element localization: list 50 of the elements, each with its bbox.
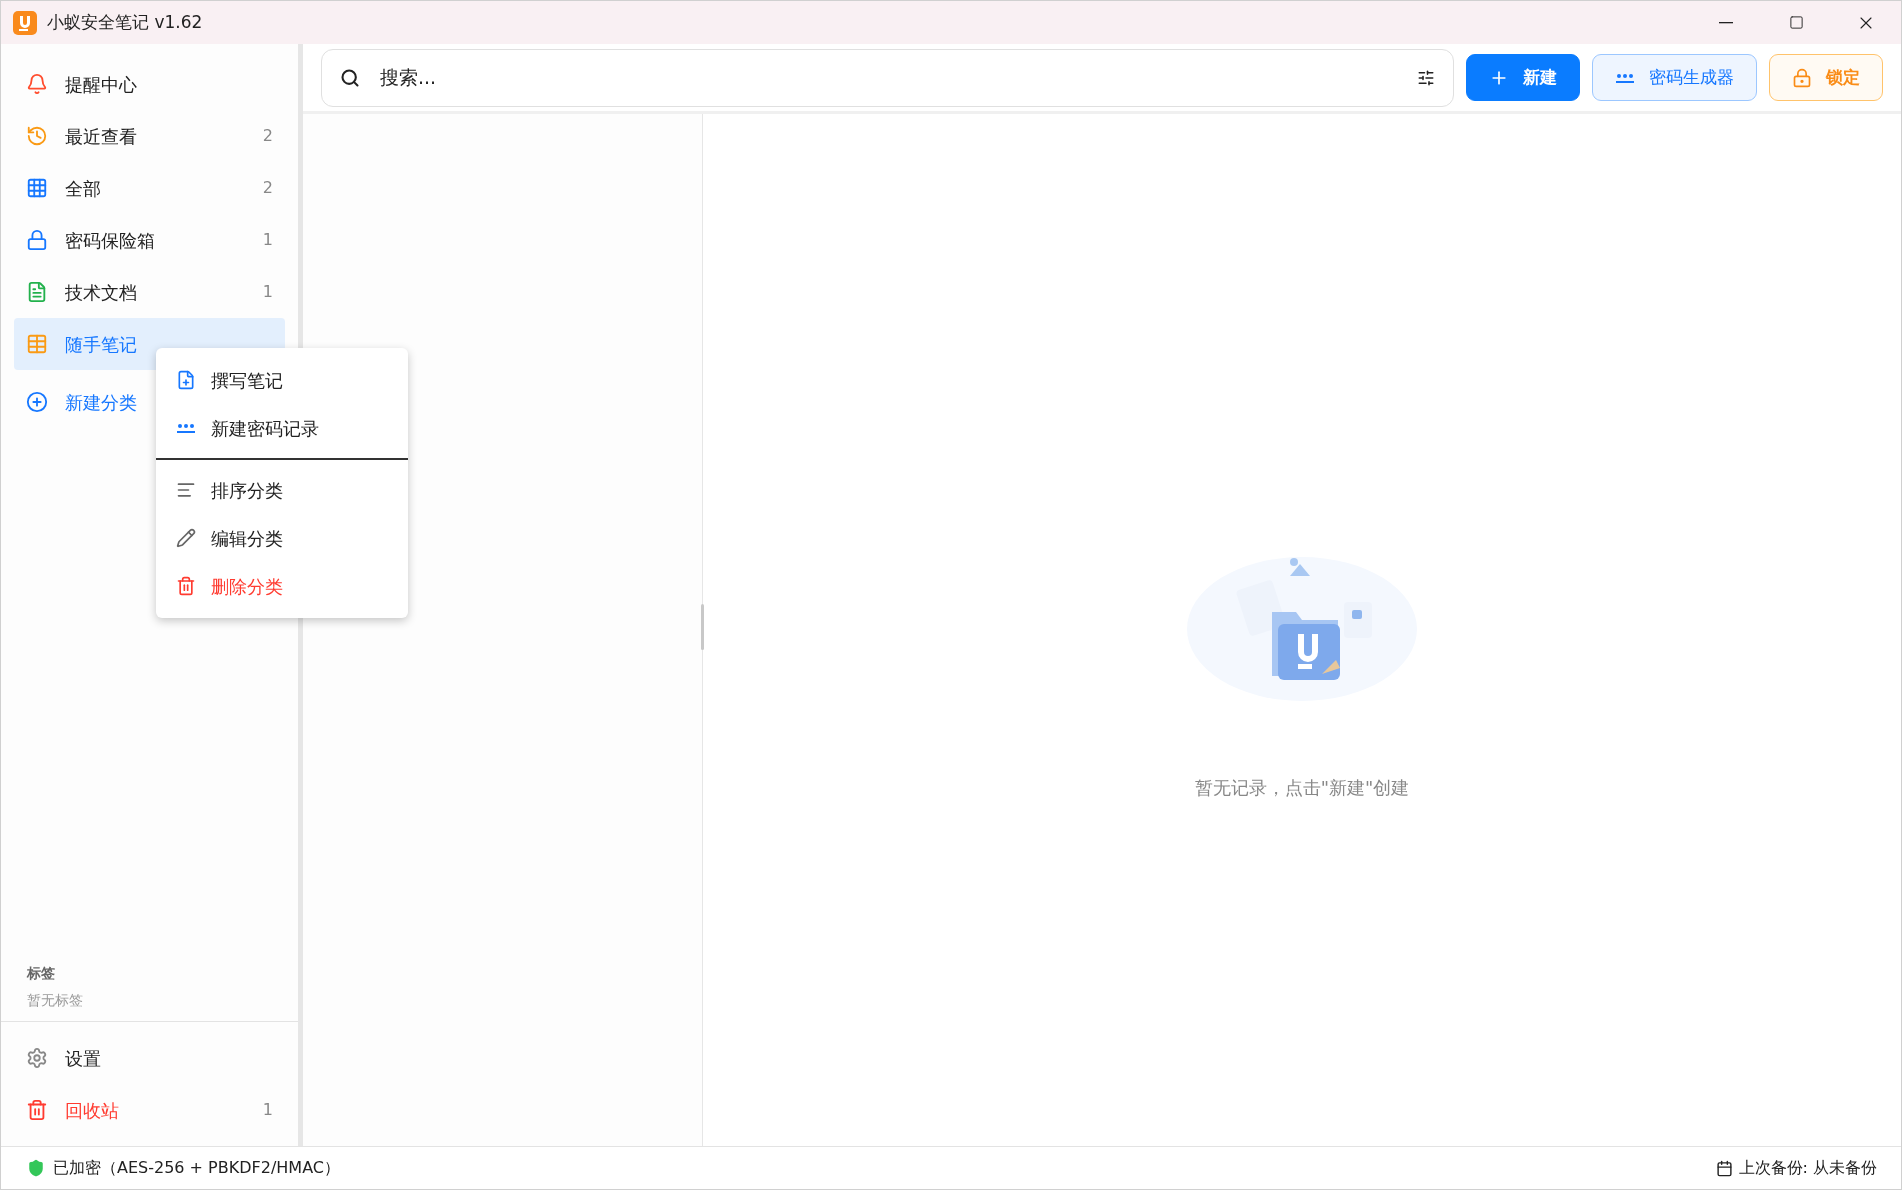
- lock-icon: [26, 229, 48, 251]
- menu-item[interactable]: 新建密码记录: [156, 404, 408, 452]
- search-field[interactable]: 搜索...: [380, 63, 1417, 92]
- menu-item[interactable]: 编辑分类: [156, 514, 408, 562]
- toolbar-button[interactable]: 新建: [1466, 54, 1580, 101]
- calendar-icon: [1715, 1159, 1733, 1177]
- dots-icon: [176, 423, 196, 433]
- menu-item[interactable]: 排序分类: [156, 466, 408, 514]
- plus-circle-icon: [26, 391, 48, 413]
- pencil-icon: [176, 528, 196, 548]
- menu-item[interactable]: 删除分类: [156, 562, 408, 610]
- grid-icon: [26, 177, 48, 199]
- sidebar-item[interactable]: 设置: [14, 1032, 285, 1084]
- sidebar-item[interactable]: 技术文档 1: [14, 266, 285, 318]
- minimize-icon: [1719, 21, 1733, 24]
- trash-icon: [176, 576, 196, 596]
- bell-icon: [26, 73, 48, 95]
- toolbar-button[interactable]: 密码生成器: [1592, 54, 1757, 101]
- item-count: 2: [262, 177, 273, 199]
- trash-icon: [26, 1099, 48, 1121]
- app-logo-icon: [13, 10, 37, 35]
- sidebar-item[interactable]: 全部 2: [14, 162, 285, 214]
- maximize-icon: [1788, 15, 1804, 30]
- backup-status: 上次备份: 从未备份: [1738, 1157, 1877, 1179]
- filter-icon: [1417, 68, 1435, 87]
- list-icon: [26, 333, 48, 355]
- sort-icon: [176, 480, 196, 500]
- resize-handle[interactable]: [701, 604, 704, 650]
- tags-empty-text: 暂无标签: [27, 991, 84, 1010]
- shield-icon: [27, 1159, 45, 1177]
- empty-state-text: 暂无记录，点击"新建"创建: [1194, 776, 1410, 800]
- settings-icon: [26, 1047, 48, 1069]
- file-plus-icon: [176, 370, 196, 390]
- dots-icon: [1615, 72, 1635, 83]
- lock-icon: [1792, 67, 1812, 88]
- sidebar-item[interactable]: 提醒中心: [14, 58, 285, 110]
- item-count: 2: [262, 125, 273, 147]
- sidebar-item[interactable]: 密码保险箱 1: [14, 214, 285, 266]
- sidebar-item[interactable]: 回收站 1: [14, 1084, 285, 1136]
- window-title: 小蚁安全笔记 v1.62: [47, 10, 203, 34]
- search-icon: [340, 67, 360, 88]
- sidebar-item[interactable]: 最近查看 2: [14, 110, 285, 162]
- search-bar[interactable]: 搜索...: [321, 48, 1454, 107]
- tags-heading: 标签: [27, 964, 56, 983]
- document-icon: [26, 281, 48, 303]
- item-count: 1: [262, 1099, 273, 1121]
- item-count: 1: [262, 281, 273, 303]
- item-count: 1: [262, 229, 273, 251]
- encryption-status: 已加密（AES-256 + PBKDF2/HMAC）: [53, 1157, 340, 1179]
- history-icon: [26, 125, 48, 147]
